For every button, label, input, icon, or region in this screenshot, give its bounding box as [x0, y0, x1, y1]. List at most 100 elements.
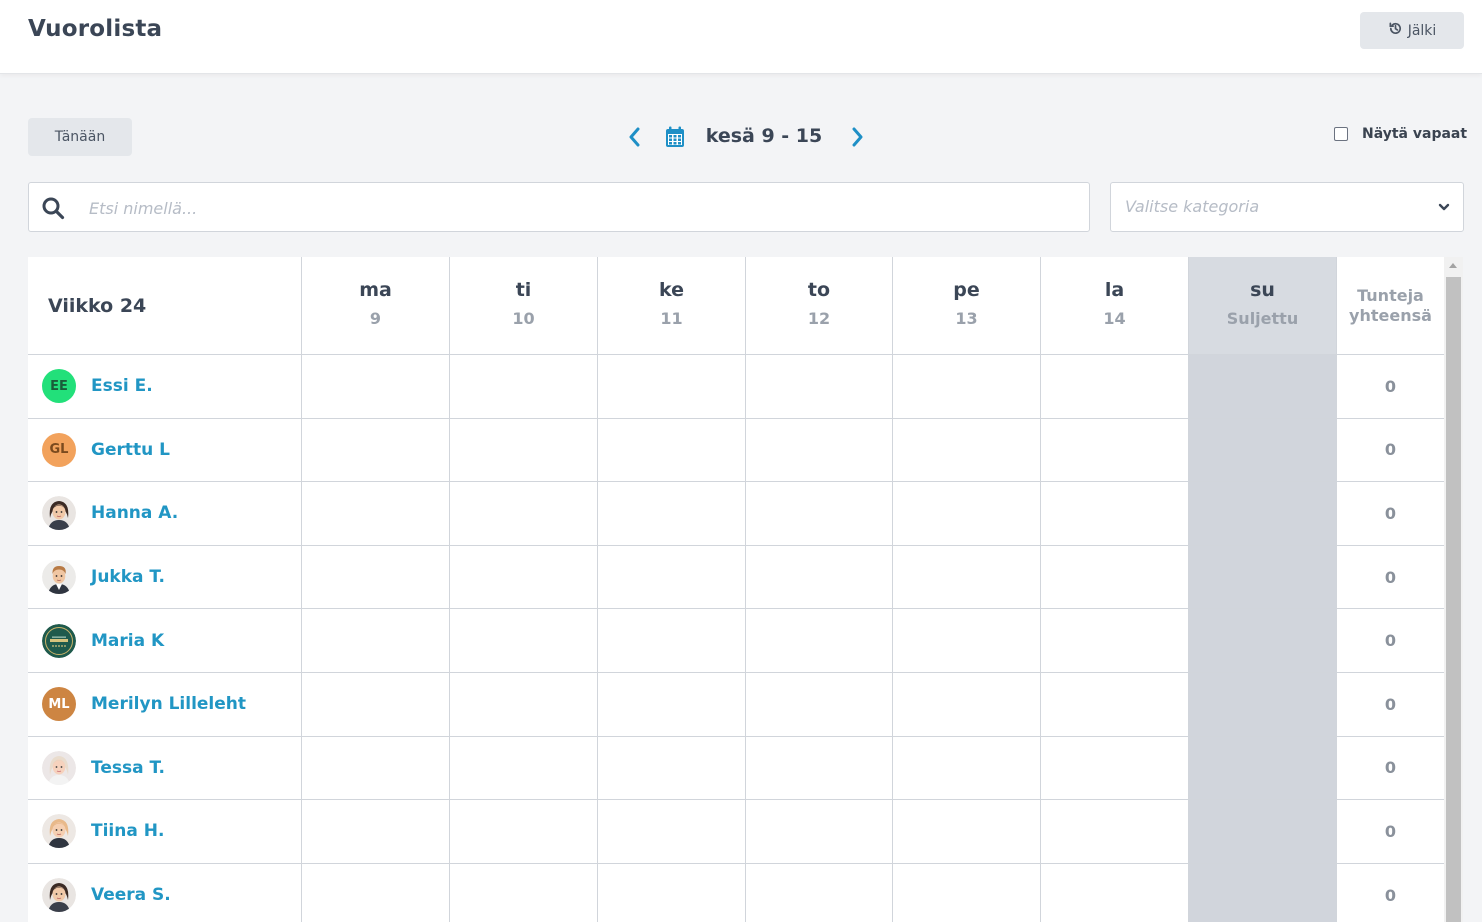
shift-cell-pe[interactable]: [893, 609, 1041, 673]
shift-cell-to[interactable]: [746, 355, 893, 419]
shift-cell-to[interactable]: [746, 418, 893, 483]
shift-cell-ma[interactable]: [302, 609, 450, 673]
show-free-checkbox[interactable]: [1334, 127, 1348, 141]
today-button[interactable]: Tänään: [28, 118, 132, 156]
employee-name-link[interactable]: Maria K: [91, 631, 164, 651]
shift-cell-ke[interactable]: [598, 482, 746, 546]
shift-cell-to[interactable]: [746, 482, 893, 546]
shift-cell-pe[interactable]: [893, 863, 1041, 922]
shift-cell-ti[interactable]: [450, 863, 598, 922]
employee-name-link[interactable]: Tiina H.: [91, 821, 164, 841]
shift-cell-ma[interactable]: [302, 482, 450, 546]
employee-name-link[interactable]: Merilyn Lilleleht: [91, 694, 246, 714]
calendar-icon: [666, 126, 684, 147]
employee-name-link[interactable]: Jukka T.: [91, 567, 165, 587]
shift-cell-la[interactable]: [1041, 863, 1189, 922]
shift-cell-la[interactable]: [1041, 736, 1189, 801]
shift-cell-pe[interactable]: [893, 736, 1041, 801]
employee-row-name[interactable]: Tiina H.: [28, 800, 302, 864]
avatar-initials: ML: [42, 687, 76, 722]
employee-name-link[interactable]: Essi E.: [91, 376, 153, 396]
shift-cell-ti[interactable]: [450, 736, 598, 801]
female-avatar-dark-hair-icon: [42, 878, 76, 913]
shift-cell-la[interactable]: [1041, 545, 1189, 610]
shift-cell-ti[interactable]: [450, 800, 598, 864]
shift-cell-ma[interactable]: [302, 863, 450, 922]
employee-row-name[interactable]: Veera S.: [28, 863, 302, 922]
shift-cell-to[interactable]: [746, 863, 893, 922]
history-back-button[interactable]: Jälki: [1360, 12, 1464, 49]
shift-cell-to[interactable]: [746, 800, 893, 864]
shift-cell-ke[interactable]: [598, 800, 746, 864]
employee-name-link[interactable]: Hanna A.: [91, 503, 178, 523]
shift-cell-ti[interactable]: [450, 418, 598, 483]
shift-cell-ma[interactable]: [302, 736, 450, 801]
calendar-picker-button[interactable]: [664, 124, 686, 150]
category-select[interactable]: Valitse kategoria: [1110, 182, 1464, 232]
shift-cell-to[interactable]: [746, 545, 893, 610]
shift-cell-ti[interactable]: [450, 482, 598, 546]
day-number: 14: [1103, 308, 1126, 328]
day-name: to: [807, 278, 831, 301]
employee-row-name[interactable]: Tessa T.: [28, 736, 302, 801]
previous-week-button[interactable]: [624, 124, 646, 150]
employee-row-name[interactable]: ML Merilyn Lilleleht: [28, 672, 302, 737]
shift-cell-pe[interactable]: [893, 545, 1041, 610]
shift-cell-to[interactable]: [746, 736, 893, 801]
day-header-su: su Suljettu: [1189, 257, 1337, 355]
shift-cell-to[interactable]: [746, 672, 893, 737]
shift-cell-ke[interactable]: [598, 672, 746, 737]
employee-row-name[interactable]: Jukka T.: [28, 545, 302, 610]
shift-cell-ti[interactable]: [450, 609, 598, 673]
shift-cell-ma[interactable]: [302, 418, 450, 483]
shift-cell-ke[interactable]: [598, 609, 746, 673]
employee-total-hours: 0: [1337, 864, 1444, 922]
shift-cell-la[interactable]: [1041, 609, 1189, 673]
shift-cell-ma[interactable]: [302, 672, 450, 737]
day-header-ke: ke 11: [598, 257, 746, 355]
employee-row-name[interactable]: Hanna A.: [28, 482, 302, 546]
chevron-right-icon: [852, 127, 863, 147]
shift-cell-la[interactable]: [1041, 418, 1189, 483]
vertical-scrollbar[interactable]: [1444, 257, 1463, 922]
history-back-label: Jälki: [1407, 22, 1437, 39]
employee-row-name[interactable]: EE Essi E.: [28, 355, 302, 419]
shift-cell-pe[interactable]: [893, 800, 1041, 864]
shift-cell-la[interactable]: [1041, 672, 1189, 737]
shift-cell-ti[interactable]: [450, 355, 598, 419]
shift-cell-su: [1189, 482, 1337, 546]
employee-name-link[interactable]: Gerttu L: [91, 440, 170, 460]
shift-cell-ke[interactable]: [598, 736, 746, 801]
shift-cell-pe[interactable]: [893, 418, 1041, 483]
search-input[interactable]: [89, 195, 1069, 221]
shift-cell-la[interactable]: [1041, 800, 1189, 864]
employee-name-link[interactable]: Tessa T.: [91, 758, 165, 778]
shift-cell-ke[interactable]: [598, 418, 746, 483]
shift-cell-ke[interactable]: [598, 545, 746, 610]
shift-cell-ke[interactable]: [598, 355, 746, 419]
shift-cell-ti[interactable]: [450, 672, 598, 737]
day-number: 10: [512, 308, 535, 328]
next-week-button[interactable]: [846, 124, 868, 150]
shift-cell-ma[interactable]: [302, 800, 450, 864]
shift-cell-ti[interactable]: [450, 545, 598, 610]
employee-total-hours: 0: [1337, 737, 1444, 801]
shift-cell-ma[interactable]: [302, 545, 450, 610]
shift-cell-la[interactable]: [1041, 355, 1189, 419]
employee-row-name[interactable]: GL Gerttu L: [28, 418, 302, 483]
shift-cell-pe[interactable]: [893, 482, 1041, 546]
date-range-label: kesä 9 - 15: [705, 125, 823, 147]
scroll-thumb[interactable]: [1446, 277, 1461, 922]
shift-cell-pe[interactable]: [893, 355, 1041, 419]
female-avatar-dark-hair-icon: [42, 496, 76, 531]
shift-cell-su: [1189, 863, 1337, 922]
show-free-toggle[interactable]: Näytä vapaat: [1334, 126, 1467, 142]
shift-cell-pe[interactable]: [893, 672, 1041, 737]
shift-cell-to[interactable]: [746, 609, 893, 673]
employee-row-name[interactable]: Maria K: [28, 609, 302, 673]
shift-cell-ma[interactable]: [302, 355, 450, 419]
scroll-up-arrow-icon[interactable]: [1449, 263, 1457, 268]
shift-cell-ke[interactable]: [598, 863, 746, 922]
shift-cell-la[interactable]: [1041, 482, 1189, 546]
employee-name-link[interactable]: Veera S.: [91, 885, 171, 905]
